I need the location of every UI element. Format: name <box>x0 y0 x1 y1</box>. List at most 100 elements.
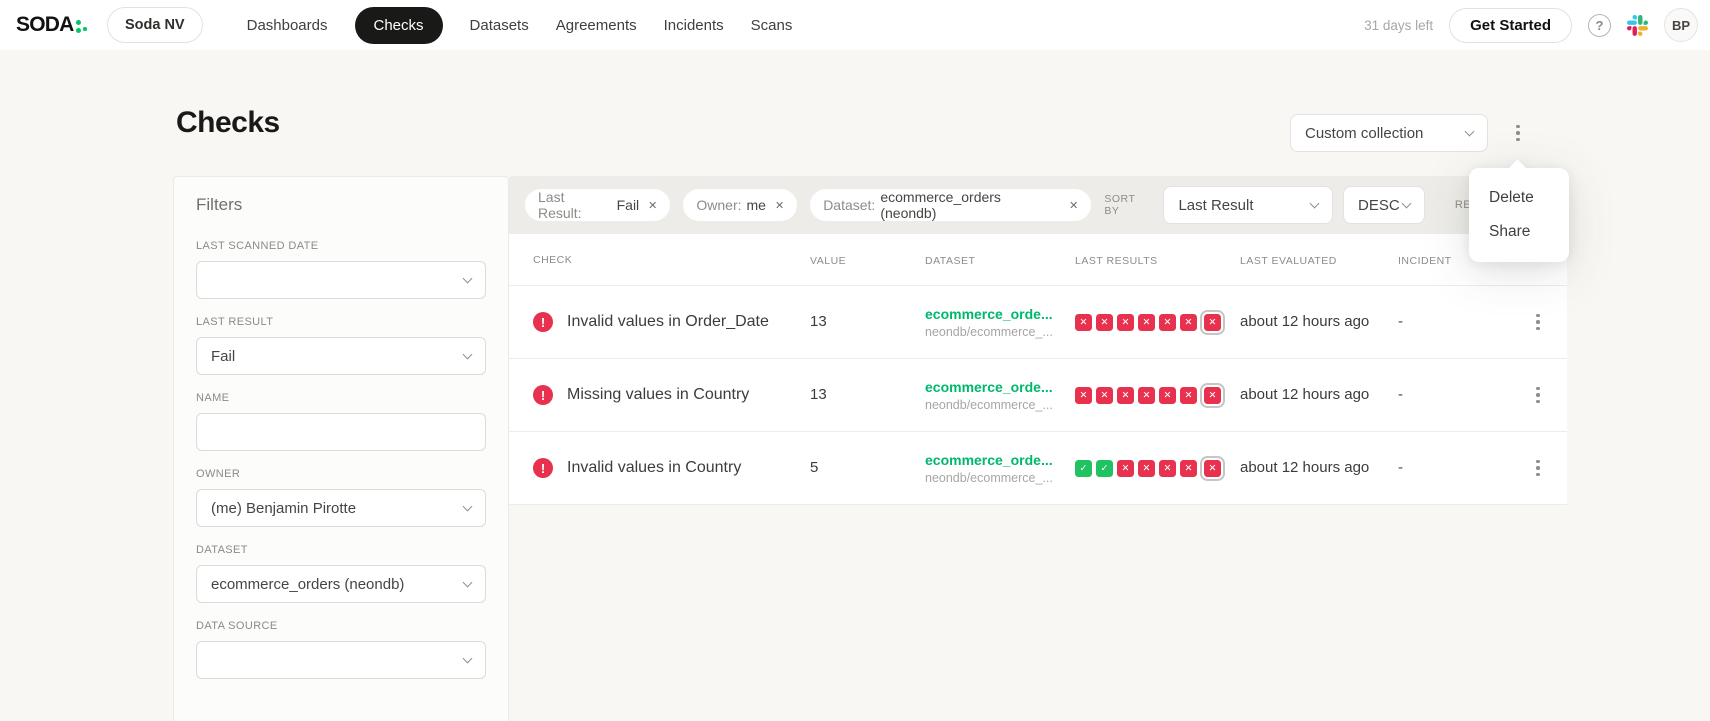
fail-result-icon[interactable]: ✕ <box>1159 459 1176 477</box>
filter-group-owner: OWNER (me) Benjamin Pirotte <box>196 468 486 527</box>
last-results-cell: ✕ ✕ ✕ ✕ ✕ ✕ ✕ <box>1075 313 1240 331</box>
filter-chip-last-result[interactable]: Last Result: Fail ✕ <box>525 189 671 221</box>
chip-remove-icon[interactable]: ✕ <box>1069 199 1078 212</box>
sort-by-label: SORT BY <box>1104 193 1136 217</box>
get-started-button[interactable]: Get Started <box>1449 7 1572 43</box>
fail-result-icon[interactable]: ✕ <box>1138 313 1155 331</box>
dataset-path: neondb/ecommerce_... <box>925 470 1053 485</box>
dataset-link[interactable]: ecommerce_orde... <box>925 452 1075 468</box>
filter-select-last-result[interactable]: Fail <box>196 337 486 375</box>
pass-result-icon[interactable]: ✓ <box>1096 459 1113 477</box>
column-header-label: LAST EVALUATED <box>1240 254 1337 267</box>
chip-remove-icon[interactable]: ✕ <box>648 199 657 212</box>
table-row[interactable]: ! Invalid values in Country 5 ecommerce_ord… <box>509 432 1567 505</box>
collection-select-value: Custom collection <box>1305 124 1424 142</box>
filter-select-data-source[interactable] <box>196 641 486 679</box>
checks-table-header: CHECK VALUE DATASET LAST RESULTS LAST EVALUA… <box>509 234 1567 286</box>
fail-result-icon[interactable]: ✕ <box>1180 386 1197 404</box>
collection-context-menu: Delete Share <box>1469 159 1569 262</box>
filter-value: ecommerce_orders (neondb) <box>211 575 405 593</box>
table-row[interactable]: ! Invalid values in Order_Date 13 ecommerce… <box>509 286 1567 359</box>
fail-result-icon[interactable]: ✕ <box>1117 459 1134 477</box>
nav-item-scans[interactable]: Scans <box>751 7 793 44</box>
fail-result-icon[interactable]: ✕ <box>1204 386 1221 404</box>
help-icon[interactable]: ? <box>1588 13 1611 37</box>
popup-arrow <box>1508 159 1527 178</box>
trial-days-left: 31 days left <box>1364 17 1434 33</box>
filters-panel-title: Filters <box>196 195 243 214</box>
chip-remove-icon[interactable]: ✕ <box>775 199 784 212</box>
org-selector-button[interactable]: Soda NV <box>106 7 203 43</box>
filter-select-dataset[interactable]: ecommerce_orders (neondb) <box>196 565 486 603</box>
last-evaluated: about 12 hours ago <box>1240 386 1370 403</box>
dataset-cell: ecommerce_orde... neondb/ecommerce_... <box>925 452 1075 485</box>
collection-select[interactable]: Custom collection <box>1290 114 1488 152</box>
chevron-down-icon <box>462 273 473 283</box>
collection-menu-button[interactable] <box>1505 117 1531 149</box>
filter-input-name[interactable] <box>196 413 486 451</box>
row-menu-button[interactable] <box>1525 455 1551 481</box>
check-value: 13 <box>810 313 827 330</box>
value-cell: 13 <box>810 386 925 404</box>
top-nav-left: SODA Soda NV Dashboards Checks Datasets Agr… <box>16 6 793 44</box>
check-name[interactable]: Invalid values in Country <box>567 459 741 477</box>
fail-result-icon[interactable]: ✕ <box>1117 386 1134 404</box>
menu-item-delete[interactable]: Delete <box>1469 181 1569 215</box>
filter-label: DATA SOURCE <box>196 620 278 632</box>
nav-item-checks[interactable]: Checks <box>354 6 443 44</box>
nav-item-agreements[interactable]: Agreements <box>556 7 637 44</box>
filter-value: (me) Benjamin Pirotte <box>211 499 357 517</box>
chevron-down-icon <box>462 349 473 359</box>
fail-result-icon[interactable]: ✕ <box>1138 459 1155 477</box>
sort-direction-select[interactable]: DESC <box>1343 186 1425 224</box>
incident-cell: - <box>1398 459 1505 477</box>
row-menu-button[interactable] <box>1525 309 1551 335</box>
nav-item-datasets[interactable]: Datasets <box>470 7 529 44</box>
check-cell: ! Invalid values in Order_Date <box>533 312 810 332</box>
check-cell: ! Invalid values in Country <box>533 458 810 478</box>
pass-result-icon[interactable]: ✓ <box>1075 459 1092 477</box>
filter-select-last-scanned-date[interactable] <box>196 261 486 299</box>
fail-result-icon[interactable]: ✕ <box>1159 386 1176 404</box>
filter-label: LAST RESULT <box>196 316 274 328</box>
fail-result-icon[interactable]: ✕ <box>1117 313 1134 331</box>
filter-value: Fail <box>211 347 236 365</box>
check-name[interactable]: Missing values in Country <box>567 386 749 404</box>
filter-chip-dataset[interactable]: Dataset: ecommerce_orders (neondb) ✕ <box>810 189 1092 221</box>
fail-result-icon[interactable]: ✕ <box>1204 459 1221 477</box>
dataset-cell: ecommerce_orde... neondb/ecommerce_... <box>925 379 1075 412</box>
last-results-cell: ✓ ✓ ✕ ✕ ✕ ✕ ✕ <box>1075 459 1240 477</box>
fail-result-icon[interactable]: ✕ <box>1096 386 1113 404</box>
sort-field-select[interactable]: Last Result <box>1163 186 1334 224</box>
fail-result-icon[interactable]: ✕ <box>1204 313 1221 331</box>
row-menu-button[interactable] <box>1525 382 1551 408</box>
filter-chip-owner[interactable]: Owner: me ✕ <box>683 189 798 221</box>
avatar[interactable]: BP <box>1664 8 1698 42</box>
fail-result-icon[interactable]: ✕ <box>1075 313 1092 331</box>
nav-item-incidents[interactable]: Incidents <box>664 7 724 44</box>
incident-value: - <box>1398 459 1403 476</box>
slack-icon[interactable] <box>1627 14 1648 36</box>
fail-status-icon: ! <box>533 385 553 405</box>
checks-table-body: ! Invalid values in Order_Date 13 ecommerce… <box>509 286 1567 505</box>
dataset-link[interactable]: ecommerce_orde... <box>925 306 1075 322</box>
menu-item-share[interactable]: Share <box>1469 215 1569 249</box>
fail-result-icon[interactable]: ✕ <box>1180 313 1197 331</box>
check-name[interactable]: Invalid values in Order_Date <box>567 313 769 331</box>
fail-result-icon[interactable]: ✕ <box>1138 386 1155 404</box>
nav-item-dashboards[interactable]: Dashboards <box>247 7 328 44</box>
table-row[interactable]: ! Missing values in Country 13 ecommerce_or… <box>509 359 1567 432</box>
fail-result-icon[interactable]: ✕ <box>1075 386 1092 404</box>
chip-label: Last Result: <box>538 189 582 221</box>
dataset-link[interactable]: ecommerce_orde... <box>925 379 1075 395</box>
check-cell: ! Missing values in Country <box>533 385 810 405</box>
fail-result-icon[interactable]: ✕ <box>1180 459 1197 477</box>
column-header-dataset: DATASET <box>925 251 1075 269</box>
soda-logo[interactable]: SODA <box>16 13 87 37</box>
filter-select-owner[interactable]: (me) Benjamin Pirotte <box>196 489 486 527</box>
fail-result-icon[interactable]: ✕ <box>1159 313 1176 331</box>
check-value: 5 <box>810 459 819 476</box>
row-actions-cell <box>1505 382 1551 408</box>
fail-result-icon[interactable]: ✕ <box>1096 313 1113 331</box>
top-nav-bar: SODA Soda NV Dashboards Checks Datasets Agr… <box>0 0 1710 50</box>
